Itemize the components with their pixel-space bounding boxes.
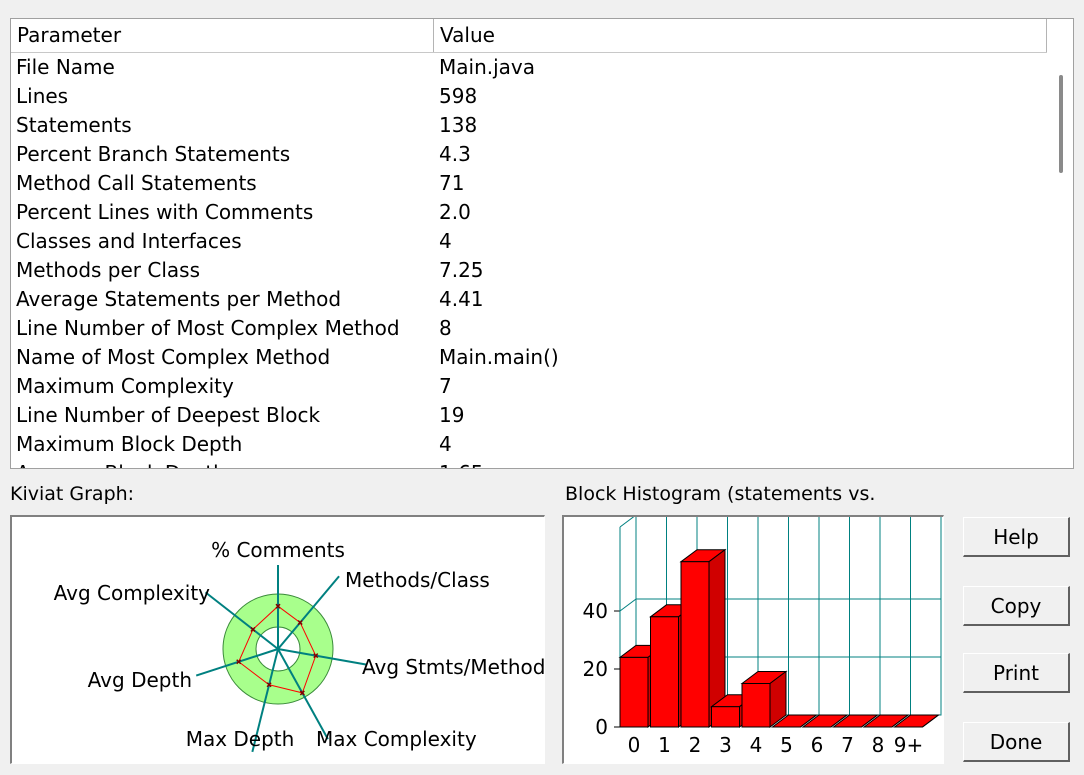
copy-button[interactable]: Copy (963, 586, 1070, 626)
table-row[interactable]: Line Number of Most Complex Method 8 (11, 314, 1047, 343)
table-row[interactable]: Percent Lines with Comments 2.0 (11, 198, 1047, 227)
histogram-x-tick-label: 9+ (894, 733, 923, 757)
table-row[interactable]: Average Statements per Method 4.41 (11, 285, 1047, 314)
kiviat-graph-panel: % Comments Methods/Class Avg Stmts/Method M… (10, 515, 545, 764)
parameter-cell: Methods per Class (16, 258, 200, 282)
parameter-cell: Percent Branch Statements (16, 142, 291, 166)
table-row[interactable]: Classes and Interfaces 4 (11, 227, 1047, 256)
table-row[interactable]: Statements 138 (11, 111, 1047, 140)
kiviat-graph-label: Kiviat Graph: (10, 483, 135, 505)
column-header-value[interactable]: Value (434, 19, 1047, 52)
done-button[interactable]: Done (963, 722, 1070, 762)
value-cell: 7.25 (439, 258, 484, 282)
value-cell: 598 (439, 84, 478, 108)
value-cell: 4 (439, 229, 452, 253)
histogram-gridline (619, 598, 637, 612)
histogram-x-tick-label: 6 (811, 733, 824, 757)
table-row[interactable]: Percent Branch Statements 4.3 (11, 140, 1047, 169)
table-row[interactable]: Average Block Depth1.65 (11, 459, 1047, 468)
value-cell: Main.main() (439, 345, 559, 369)
vertical-scrollbar[interactable] (1047, 19, 1073, 468)
table-row[interactable]: Maximum Complexity 7 (11, 372, 1047, 401)
histogram-y-tick-label: 40 (583, 599, 608, 623)
histogram-x-tick-label: 5 (780, 733, 793, 757)
print-button[interactable]: Print (963, 653, 1070, 693)
kiviat-axis-label: Max Complexity (316, 727, 477, 751)
value-cell: Main.java (439, 55, 536, 79)
help-button[interactable]: Help (963, 517, 1070, 557)
histogram-x-tick-label: 2 (689, 733, 702, 757)
parameter-cell: Average Statements per Method (16, 287, 342, 311)
table-body: File Name Main.java Lines 598 Statements 138 P… (11, 53, 1047, 468)
parameter-cell: Method Call Statements (16, 171, 257, 195)
parameter-cell: Maximum Block Depth (16, 432, 243, 456)
value-cell: 19 (439, 403, 465, 427)
histogram-bar (740, 670, 788, 728)
value-cell: 4.3 (439, 142, 471, 166)
value-cell: 2.0 (439, 200, 471, 224)
histogram-x-tick-label: 3 (719, 733, 732, 757)
value-cell: 4 (439, 432, 452, 456)
kiviat-graph: % CommentsMethods/Class Avg Stmts/Method M… (54, 538, 545, 753)
histogram-y-tick-label: 20 (583, 657, 608, 681)
block-histogram: 020400 1 2 3 4 5 6 7 8 9+ (583, 514, 942, 757)
kiviat-axis-label: Avg Stmts/Method (362, 655, 545, 679)
histogram-x-tick-label: 0 (628, 733, 641, 757)
parameter-cell: Average Block Depth (11, 459, 439, 468)
histogram-side-wall (619, 514, 637, 528)
parameter-cell: Percent Lines with Comments (16, 200, 314, 224)
histogram-y-tick-label: 0 (595, 715, 608, 739)
kiviat-axis-label: Avg Complexity (54, 581, 211, 605)
parameter-cell: Statements (16, 113, 132, 137)
block-histogram-panel: 0 20 40 0 1 2 3 4 5 6 7 8 9+ (562, 514, 944, 764)
histogram-bar-front (680, 561, 710, 728)
histogram-bar-front (619, 656, 649, 728)
value-cell: 1.65 (439, 459, 484, 468)
table-row[interactable]: Line Number of Deepest Block 19 (11, 401, 1047, 430)
table-row[interactable]: Name of Most Complex Method Main.main() (11, 343, 1047, 372)
table-row[interactable]: Method Call Statements 71 (11, 169, 1047, 198)
parameter-cell: File Name (16, 55, 115, 79)
value-cell: 138 (439, 113, 478, 137)
table-row[interactable]: Lines 598 (11, 82, 1047, 111)
histogram-x-tick-label: 4 (750, 733, 763, 757)
table-row[interactable]: Maximum Block Depth 4 (11, 430, 1047, 459)
histogram-bar-front (650, 616, 679, 728)
parameter-cell: Line Number of Deepest Block (16, 403, 321, 427)
histogram-bar-front (741, 683, 771, 728)
kiviat-axis-label: Max Depth (186, 727, 295, 751)
metrics-table[interactable]: Parameter Value File Name Main.java Lines 5… (10, 18, 1074, 469)
table-row[interactable]: Methods per Class 7.25 (11, 256, 1047, 285)
kiviat-axis-label: % Comments (211, 538, 345, 562)
value-cell: 71 (439, 171, 465, 195)
scrollbar-thumb[interactable] (1059, 75, 1063, 173)
block-histogram-label: Block Histogram (statements vs. (565, 483, 876, 505)
kiviat-axis-label: Avg Depth (88, 668, 192, 692)
histogram-bar (679, 548, 727, 728)
table-row[interactable]: File Name Main.java (11, 53, 1047, 82)
kiviat-axis-label: Methods/Class (345, 568, 490, 592)
value-cell: 8 (439, 316, 452, 340)
parameter-cell: Lines (16, 84, 69, 108)
value-cell: 4.41 (439, 287, 484, 311)
parameter-cell: Maximum Complexity (16, 374, 234, 398)
parameter-cell: Classes and Interfaces (16, 229, 242, 253)
parameter-cell: Line Number of Most Complex Method (16, 316, 400, 340)
column-header-parameter[interactable]: Parameter (11, 19, 434, 52)
histogram-x-tick-label: 1 (658, 733, 671, 757)
histogram-bar-front (711, 706, 740, 728)
table-header: Parameter Value (11, 19, 1047, 53)
histogram-x-tick-label: 8 (872, 733, 885, 757)
value-cell: 7 (439, 374, 452, 398)
parameter-cell: Name of Most Complex Method (16, 345, 331, 369)
histogram-x-tick-label: 7 (841, 733, 854, 757)
